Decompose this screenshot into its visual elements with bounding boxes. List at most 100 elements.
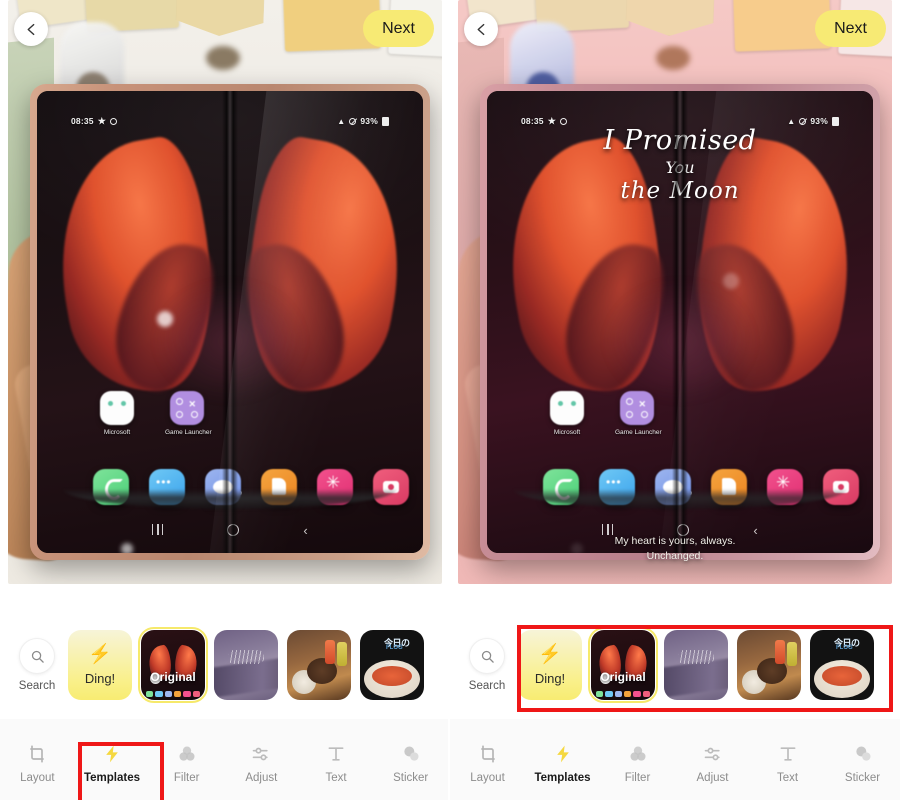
nav-label: Templates — [534, 772, 591, 784]
search-icon — [469, 638, 505, 674]
screen-reflection — [157, 311, 173, 327]
mute-icon — [799, 117, 807, 125]
template-preview-text — [228, 650, 264, 664]
template-item-mountain[interactable] — [664, 630, 728, 700]
app-game-launcher: ✕ Game Launcher — [165, 391, 212, 436]
nav-label: Templates — [83, 772, 141, 784]
back-button[interactable] — [464, 12, 498, 46]
template-item-noodle[interactable]: 今日の FLOG — [360, 630, 424, 700]
nav-label: Adjust — [696, 772, 729, 784]
template-preview-text — [678, 650, 714, 664]
sliders-icon — [704, 747, 720, 761]
top-bar-right: Next — [450, 0, 900, 56]
template-label: Ding! — [84, 670, 116, 686]
search-templates-button[interactable]: Search — [456, 638, 518, 692]
wifi-icon: ▲ — [337, 116, 346, 126]
template-strip-right: Search ⚡ Ding! Original 今日の FLOG — [450, 611, 900, 719]
app-label: Microsoft — [553, 429, 581, 436]
template-item-food[interactable] — [287, 630, 351, 700]
nav-label: Layout — [20, 772, 55, 784]
search-label: Search — [468, 680, 506, 692]
screen-reflection — [121, 543, 133, 553]
nav-item-layout[interactable]: Layout — [0, 735, 75, 784]
template-item-ding[interactable]: ⚡ Ding! — [518, 630, 582, 700]
star-icon: ★ — [97, 115, 107, 126]
nav-item-layout[interactable]: Layout — [450, 735, 525, 784]
template-item-food[interactable] — [737, 630, 801, 700]
back-button[interactable] — [14, 12, 48, 46]
nav-item-text[interactable]: Text — [299, 735, 374, 784]
circle-icon — [560, 117, 568, 125]
camera-icon — [823, 469, 859, 505]
nav-item-filter[interactable]: Filter — [600, 735, 675, 784]
template-thumbnails: ⚡ Ding! Original 今日の FLOG — [518, 627, 874, 703]
status-battery: 93% — [360, 116, 378, 126]
nav-item-templates[interactable]: Templates — [75, 735, 150, 784]
screenshot-stage: 08:35 ★ ▲ 93% Microsoft ✕ Game Launcher … — [0, 0, 900, 800]
template-thumbnails: ⚡ Ding! Original 今日の FLOG — [68, 627, 424, 703]
chevron-left-icon — [27, 23, 34, 35]
crop-icon — [30, 745, 44, 763]
phone-screen: 08:35 ★ ▲ 93% Microsoft ✕ Game Launcher … — [37, 91, 423, 553]
template-item-mountain[interactable] — [214, 630, 278, 700]
app-microsoft: Microsoft — [545, 391, 589, 436]
bottom-nav-left: Layout Templates Filter Adjust Text Stic… — [0, 719, 448, 800]
search-templates-button[interactable]: Search — [6, 638, 68, 692]
mute-icon — [349, 117, 357, 125]
circles-icon — [630, 746, 645, 761]
template-label: Ding! — [534, 670, 566, 686]
template-item-ding[interactable]: ⚡ Ding! — [68, 630, 132, 700]
template-footer-overlay: My heart is yours, always. Unchanged. — [458, 534, 892, 564]
screen-crease — [222, 91, 238, 553]
crop-icon — [480, 745, 495, 763]
right-screenshot-panel: 08:35 ★ ▲ 93% I Promised Yo — [450, 0, 900, 800]
sticker-icon — [855, 746, 870, 761]
sliders-icon — [253, 747, 269, 761]
app-microsoft: Microsoft — [95, 391, 139, 436]
nav-label: Layout — [470, 772, 505, 784]
foldable-phone: 08:35 ★ ▲ 93% Microsoft ✕ Game Launcher … — [30, 84, 430, 560]
nav-label: Sticker — [393, 772, 429, 784]
nav-label: Text — [776, 772, 799, 784]
game-launcher-icon: ✕ — [620, 391, 654, 425]
photo-canvas-left[interactable]: 08:35 ★ ▲ 93% Microsoft ✕ Game Launcher … — [8, 0, 442, 584]
recents-icon — [152, 524, 164, 535]
bolt-icon: ⚡ — [88, 643, 112, 665]
photo-canvas-right[interactable]: 08:35 ★ ▲ 93% I Promised Yo — [458, 0, 892, 584]
app-label: Game Launcher — [165, 429, 212, 436]
battery-icon — [382, 116, 389, 126]
template-label: Original — [600, 670, 646, 684]
app-label: Microsoft — [103, 429, 131, 436]
nav-item-templates[interactable]: Templates — [525, 735, 600, 784]
nav-item-filter[interactable]: Filter — [149, 735, 224, 784]
nav-item-text[interactable]: Text — [750, 735, 825, 784]
nav-item-adjust[interactable]: Adjust — [675, 735, 750, 784]
screen-crease — [672, 91, 688, 553]
template-footer-line1: My heart is yours, always. — [614, 534, 736, 547]
text-icon — [328, 747, 344, 761]
template-strip-left: Search ⚡ Ding! Original 今日の FLOG — [0, 611, 448, 719]
template-item-original[interactable]: Original — [588, 627, 658, 703]
bolt-icon — [106, 745, 118, 763]
next-button[interactable]: Next — [815, 10, 886, 47]
foldable-phone: 08:35 ★ ▲ 93% I Promised Yo — [480, 84, 880, 560]
app-label: Game Launcher — [615, 429, 662, 436]
bolt-icon: ⚡ — [538, 643, 562, 665]
app-game-launcher: ✕ Game Launcher — [615, 391, 662, 436]
nav-item-sticker[interactable]: Sticker — [373, 735, 448, 784]
nav-label: Adjust — [245, 772, 278, 784]
top-bar-left: Next — [0, 0, 448, 56]
nav-item-sticker[interactable]: Sticker — [825, 735, 900, 784]
screen-reflection — [723, 273, 739, 289]
template-item-original[interactable]: Original — [138, 627, 208, 703]
back-icon: ‹ — [303, 523, 308, 538]
template-footer-line2: Unchanged. — [646, 549, 704, 562]
text-icon — [780, 747, 795, 761]
next-button[interactable]: Next — [363, 10, 434, 47]
template-label: Original — [150, 670, 196, 684]
template-item-noodle[interactable]: 今日の FLOG — [810, 630, 874, 700]
nav-label: Filter — [624, 772, 651, 784]
template-preview-subtext: FLOG — [386, 645, 403, 651]
phone-screen: 08:35 ★ ▲ 93% I Promised Yo — [487, 91, 873, 553]
nav-item-adjust[interactable]: Adjust — [224, 735, 299, 784]
